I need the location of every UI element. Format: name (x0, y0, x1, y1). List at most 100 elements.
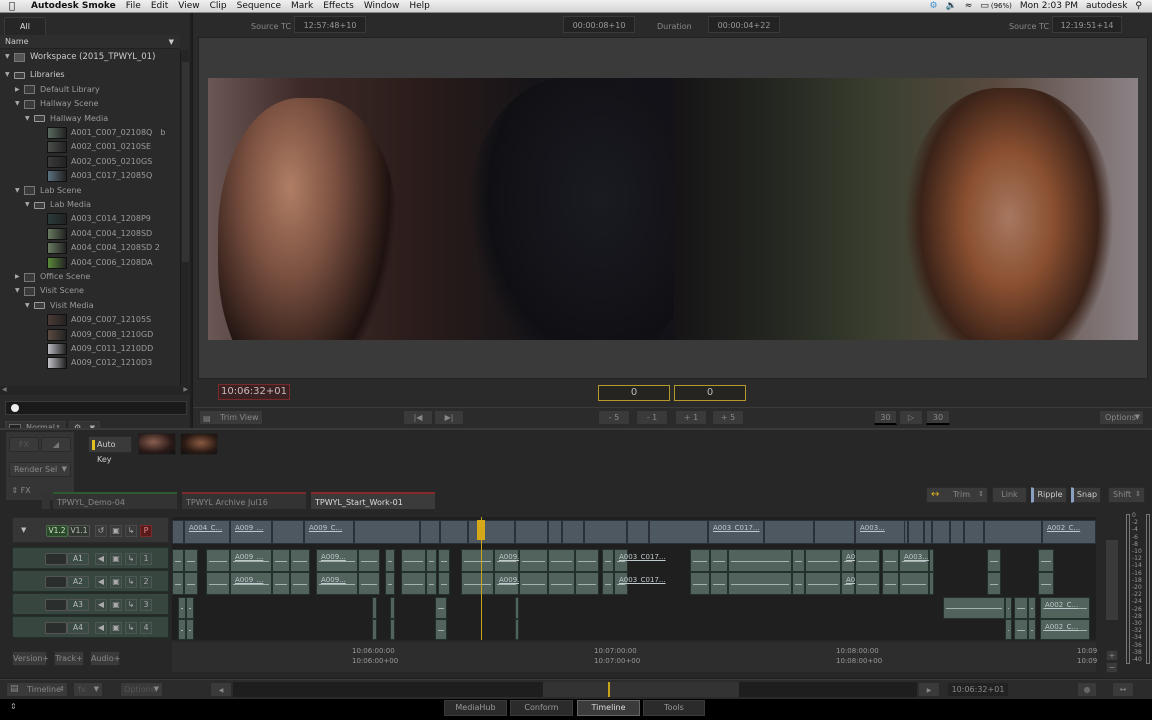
library-item[interactable]: ▶ Office Scene (15, 270, 90, 284)
scroll-left-icon[interactable]: ◀ (2, 386, 7, 393)
video-clip[interactable] (272, 520, 304, 544)
menu-clip[interactable]: Clip (210, 1, 227, 11)
video-clip[interactable] (764, 520, 814, 544)
audio-clip[interactable] (548, 572, 575, 595)
audio-clip[interactable] (438, 549, 450, 572)
audio-clip[interactable] (690, 549, 710, 572)
audio-clip[interactable] (899, 572, 929, 595)
audio-clip[interactable] (882, 572, 899, 595)
audio-clip[interactable] (358, 549, 380, 572)
video-clip[interactable] (814, 520, 855, 544)
name-column-header[interactable]: Name ▼ (0, 35, 180, 49)
ripple-toggle[interactable]: Ripple (1031, 487, 1067, 503)
primary-track-toggle[interactable]: P (140, 525, 152, 537)
tab-tools[interactable]: Tools (643, 700, 705, 716)
clip-item[interactable]: A001_C007_02108Q b (47, 126, 165, 140)
tab-timeline[interactable]: Timeline (577, 700, 640, 716)
video-clip[interactable] (924, 520, 932, 544)
audio-clip[interactable] (575, 549, 599, 572)
menu-view[interactable]: View (178, 1, 199, 11)
sync-status-icon[interactable]: ⚙ (930, 1, 938, 11)
spotlight-search-icon[interactable]: ⚲ (1135, 1, 1142, 11)
audio-clip[interactable] (987, 549, 1001, 572)
audio-source-patch[interactable] (45, 576, 67, 588)
timeline-scrollbar[interactable] (233, 682, 917, 697)
audio-clip[interactable] (1038, 549, 1054, 572)
audio-clip[interactable]: A003... (841, 549, 871, 572)
audio-track-name[interactable]: A4 (67, 622, 89, 634)
audio-clip[interactable]: A009... (316, 549, 358, 572)
nudge-plus-1-button[interactable]: + 1 (675, 410, 707, 425)
app-name-menu[interactable]: Autodesk Smoke (31, 1, 116, 11)
folder-item[interactable]: ▼ Lab Media (25, 198, 91, 212)
audio-track-header-a2[interactable]: A2 ◀ ▣ ↳ 2 (12, 570, 169, 592)
patch-icon[interactable]: ↳ (125, 553, 137, 565)
audio-clip[interactable] (178, 597, 186, 619)
timeline-vertical-scrollbar[interactable] (1106, 540, 1118, 620)
lock-icon[interactable]: ▣ (110, 576, 122, 588)
audio-clip[interactable] (943, 597, 1005, 619)
audio-track-header-a4[interactable]: A4 ◀ ▣ ↳ 4 (12, 616, 169, 638)
clip-item[interactable]: A004_C006_1208DA (47, 256, 152, 270)
channel-number[interactable]: 1 (140, 553, 152, 565)
audio-add-button[interactable]: Audio+ (90, 651, 120, 666)
channel-number[interactable]: 3 (140, 599, 152, 611)
clock[interactable]: Mon 2:03 PM (1020, 1, 1078, 11)
clip-item[interactable]: A003_C014_1208P9 (47, 212, 151, 226)
video-clip[interactable] (932, 520, 950, 544)
audio-clip[interactable] (426, 549, 437, 572)
trim-offset-left[interactable]: 0 (598, 385, 670, 401)
library-search-input[interactable] (5, 401, 187, 415)
clip-item[interactable]: A009_C011_1210DD (47, 342, 153, 356)
collapsed-chevron-icon[interactable]: ▶ (15, 270, 24, 284)
source-tc-left[interactable]: 12:57:48+10 (294, 16, 366, 33)
audio-clip[interactable]: A002_C... (1040, 597, 1090, 619)
audio-clip[interactable] (186, 619, 194, 640)
folder-item[interactable]: ▼ Hallway Media (25, 112, 108, 126)
track-add-button[interactable]: Track+ (54, 651, 84, 666)
menu-edit[interactable]: Edit (151, 1, 168, 11)
audio-clip[interactable] (602, 549, 614, 572)
workspace-item[interactable]: ▼ Workspace (2015_TPWYL_01) (5, 50, 155, 64)
video-clip[interactable] (515, 520, 548, 544)
video-version-b[interactable]: V1.1 (68, 525, 90, 537)
nudge-minus-5-button[interactable]: - 5 (598, 410, 630, 425)
video-track-header[interactable]: ▼ V1.2 V1.1 ↺ ▣ ↳ P (12, 517, 169, 543)
video-clip[interactable]: A009_... (230, 520, 272, 544)
menu-sequence[interactable]: Sequence (237, 1, 281, 11)
audio-clip[interactable] (1038, 572, 1054, 595)
trim-view-select[interactable]: ▤ Trim View (199, 410, 263, 425)
patch-icon[interactable]: ↳ (125, 599, 137, 611)
audio-clip[interactable] (515, 619, 519, 640)
video-clip[interactable] (649, 520, 708, 544)
audio-clip[interactable] (435, 597, 447, 619)
clip-item[interactable]: A009_C008_1210GD (47, 328, 153, 342)
expanded-chevron-icon[interactable]: ▼ (15, 184, 24, 198)
library-horizontal-scrollbar[interactable]: ◀ ▶ (0, 386, 190, 395)
playhead-marker[interactable] (477, 520, 485, 540)
auto-key-button[interactable]: Auto Key (88, 436, 132, 464)
zoom-out-button[interactable]: − (1106, 662, 1118, 673)
audio-clip[interactable] (805, 549, 841, 572)
audio-clip[interactable] (461, 549, 494, 572)
audio-clip[interactable] (987, 572, 1001, 595)
audio-clip[interactable] (385, 572, 395, 595)
audio-source-patch[interactable] (45, 553, 67, 565)
audio-clip[interactable] (290, 549, 310, 572)
audio-clip[interactable] (461, 572, 494, 595)
audio-clip[interactable] (855, 572, 880, 595)
audio-clip[interactable] (272, 572, 290, 595)
lock-icon[interactable]: ▣ (110, 622, 122, 634)
speaker-icon[interactable]: ◀ (95, 622, 107, 634)
timeline-scroll-thumb[interactable] (543, 682, 739, 697)
video-clip[interactable] (440, 520, 468, 544)
audio-clip[interactable] (602, 572, 614, 595)
expanded-chevron-icon[interactable]: ▼ (25, 198, 34, 212)
current-timecode[interactable]: 10:06:32+01 (218, 384, 290, 400)
audio-clip[interactable] (575, 572, 599, 595)
audio-clip[interactable] (426, 572, 437, 595)
patch-icon[interactable]: ↳ (125, 576, 137, 588)
lock-icon[interactable]: ▣ (110, 525, 122, 537)
menu-effects[interactable]: Effects (323, 1, 354, 11)
audio-clip[interactable] (184, 549, 198, 572)
